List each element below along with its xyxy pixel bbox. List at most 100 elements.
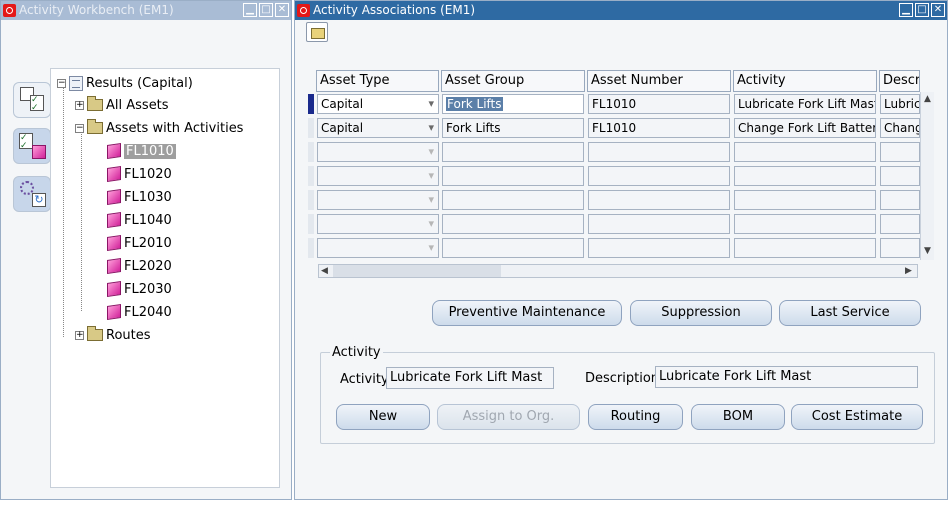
close-icon[interactable]: ✕ bbox=[275, 3, 289, 17]
asset-group-cell[interactable] bbox=[442, 238, 584, 258]
asset-number-cell[interactable] bbox=[588, 214, 730, 234]
tree-node-asset[interactable]: FL2020 bbox=[107, 256, 172, 276]
description-field-label: Description bbox=[585, 371, 660, 386]
button-label: New bbox=[368, 409, 398, 424]
row-indicator[interactable] bbox=[308, 142, 314, 162]
scroll-up-icon[interactable]: ▲ bbox=[924, 94, 931, 104]
tree-node-asset[interactable]: FL2030 bbox=[107, 279, 172, 299]
activity-icon[interactable]: ✓ ✓ bbox=[13, 128, 51, 164]
scroll-down-icon[interactable]: ▼ bbox=[924, 246, 931, 256]
description-cell[interactable] bbox=[880, 142, 920, 162]
expand-icon[interactable]: + bbox=[75, 100, 84, 110]
activity-cell[interactable]: Lubricate Fork Lift Mast bbox=[734, 94, 876, 114]
asset-group-cell[interactable] bbox=[442, 142, 584, 162]
asset-number-cell[interactable] bbox=[588, 166, 730, 186]
routing-button[interactable]: Routing bbox=[588, 404, 683, 430]
navigator-tree: − Results (Capital) + All Assets − Asset… bbox=[50, 68, 280, 488]
row-indicator[interactable] bbox=[308, 214, 314, 234]
tree-node-asset[interactable]: FL2010 bbox=[107, 233, 172, 253]
asset-cube-icon bbox=[107, 304, 121, 320]
maximize-icon[interactable]: □ bbox=[915, 3, 929, 17]
asset-cube-icon bbox=[107, 212, 121, 228]
scroll-left-icon[interactable]: ◀ bbox=[321, 266, 328, 276]
row-indicator[interactable] bbox=[308, 118, 314, 138]
asset-type-select[interactable]: Capital bbox=[317, 118, 439, 138]
asset-number-cell[interactable]: FL1010 bbox=[588, 118, 730, 138]
maximize-icon[interactable]: □ bbox=[259, 3, 273, 17]
row-indicator-current[interactable] bbox=[308, 94, 314, 114]
cell-text: Capital bbox=[321, 97, 364, 111]
refresh-icon[interactable]: ↻ bbox=[13, 176, 51, 212]
activity-group-label: Activity bbox=[330, 345, 383, 360]
tree-node-label: FL2010 bbox=[124, 235, 172, 251]
activity-cell[interactable] bbox=[734, 166, 876, 186]
asset-type-select[interactable] bbox=[317, 190, 439, 210]
left-titlebar[interactable]: Activity Workbench (EM1) ▁ □ ✕ bbox=[1, 1, 291, 20]
asset-type-select[interactable] bbox=[317, 166, 439, 186]
activity-cell[interactable] bbox=[734, 190, 876, 210]
bom-button[interactable]: BOM bbox=[691, 404, 785, 430]
tree-node-results[interactable]: − Results (Capital) bbox=[57, 73, 193, 93]
description-field[interactable]: Lubricate Fork Lift Mast bbox=[655, 366, 918, 388]
asset-number-cell[interactable] bbox=[588, 142, 730, 162]
vertical-scrollbar[interactable]: ▲ ▼ bbox=[920, 92, 934, 260]
collapse-icon[interactable]: − bbox=[57, 78, 66, 88]
tree-node-all-assets[interactable]: + All Assets bbox=[75, 95, 169, 115]
assign-to-org-button[interactable]: Assign to Org. bbox=[437, 404, 580, 430]
description-cell[interactable]: Chang bbox=[880, 118, 920, 138]
tree-node-asset[interactable]: FL1020 bbox=[107, 164, 172, 184]
tree-node-asset[interactable]: FL2040 bbox=[107, 302, 172, 322]
open-folder-icon[interactable] bbox=[306, 22, 328, 42]
minimize-icon[interactable]: ▁ bbox=[243, 3, 257, 17]
minimize-icon[interactable]: ▁ bbox=[899, 3, 913, 17]
asset-group-cell[interactable]: Fork Lifts bbox=[442, 118, 584, 138]
tree-node-asset[interactable]: FL1010 bbox=[107, 141, 176, 161]
description-cell[interactable] bbox=[880, 190, 920, 210]
scroll-right-icon[interactable]: ▶ bbox=[905, 266, 912, 276]
tree-node-assets-with-activities[interactable]: − Assets with Activities bbox=[75, 118, 243, 138]
activity-cell[interactable] bbox=[734, 142, 876, 162]
description-cell[interactable] bbox=[880, 238, 920, 258]
activity-cell[interactable] bbox=[734, 214, 876, 234]
row-indicator[interactable] bbox=[308, 238, 314, 258]
description-cell[interactable]: Lubric bbox=[880, 94, 920, 114]
asset-type-select[interactable] bbox=[317, 214, 439, 234]
cell-text: Fork Lifts bbox=[446, 97, 503, 111]
asset-type-select[interactable] bbox=[317, 238, 439, 258]
row-indicator[interactable] bbox=[308, 166, 314, 186]
right-titlebar[interactable]: Activity Associations (EM1) ▁ □ ✕ bbox=[295, 1, 947, 20]
expand-icon[interactable]: + bbox=[75, 330, 84, 340]
cost-estimate-button[interactable]: Cost Estimate bbox=[791, 404, 923, 430]
horizontal-scrollbar[interactable]: ◀ ▶ bbox=[318, 264, 918, 278]
activity-cell[interactable]: Change Fork Lift Battery bbox=[734, 118, 876, 138]
asset-group-cell[interactable]: Fork Lifts bbox=[442, 94, 584, 114]
tree-node-label: Assets with Activities bbox=[106, 120, 244, 136]
activity-field[interactable]: Lubricate Fork Lift Mast bbox=[386, 367, 554, 389]
asset-cube-icon bbox=[107, 258, 121, 274]
asset-number-cell[interactable] bbox=[588, 190, 730, 210]
row-indicator[interactable] bbox=[308, 190, 314, 210]
asset-group-cell[interactable] bbox=[442, 166, 584, 186]
tree-node-routes[interactable]: + Routes bbox=[75, 325, 151, 345]
tree-node-asset[interactable]: FL1030 bbox=[107, 187, 172, 207]
tree-node-label: Routes bbox=[106, 327, 151, 343]
tree-node-label: All Assets bbox=[106, 97, 169, 113]
tree-node-asset[interactable]: FL1040 bbox=[107, 210, 172, 230]
asset-type-select[interactable] bbox=[317, 142, 439, 162]
asset-number-cell[interactable]: FL1010 bbox=[588, 94, 730, 114]
collapse-icon[interactable]: − bbox=[75, 123, 84, 133]
activity-cell[interactable] bbox=[734, 238, 876, 258]
asset-number-cell[interactable] bbox=[588, 238, 730, 258]
asset-group-cell[interactable] bbox=[442, 190, 584, 210]
asset-group-cell[interactable] bbox=[442, 214, 584, 234]
last-service-button[interactable]: Last Service bbox=[779, 300, 921, 326]
checklist-icon[interactable]: ✓ ✓ bbox=[13, 82, 51, 118]
new-button[interactable]: New bbox=[336, 404, 430, 430]
close-icon[interactable]: ✕ bbox=[931, 3, 945, 17]
preventive-maintenance-button[interactable]: Preventive Maintenance bbox=[432, 300, 622, 326]
scrollbar-thumb[interactable] bbox=[333, 265, 501, 277]
suppression-button[interactable]: Suppression bbox=[630, 300, 772, 326]
asset-type-select[interactable]: Capital bbox=[317, 94, 439, 114]
description-cell[interactable] bbox=[880, 214, 920, 234]
description-cell[interactable] bbox=[880, 166, 920, 186]
